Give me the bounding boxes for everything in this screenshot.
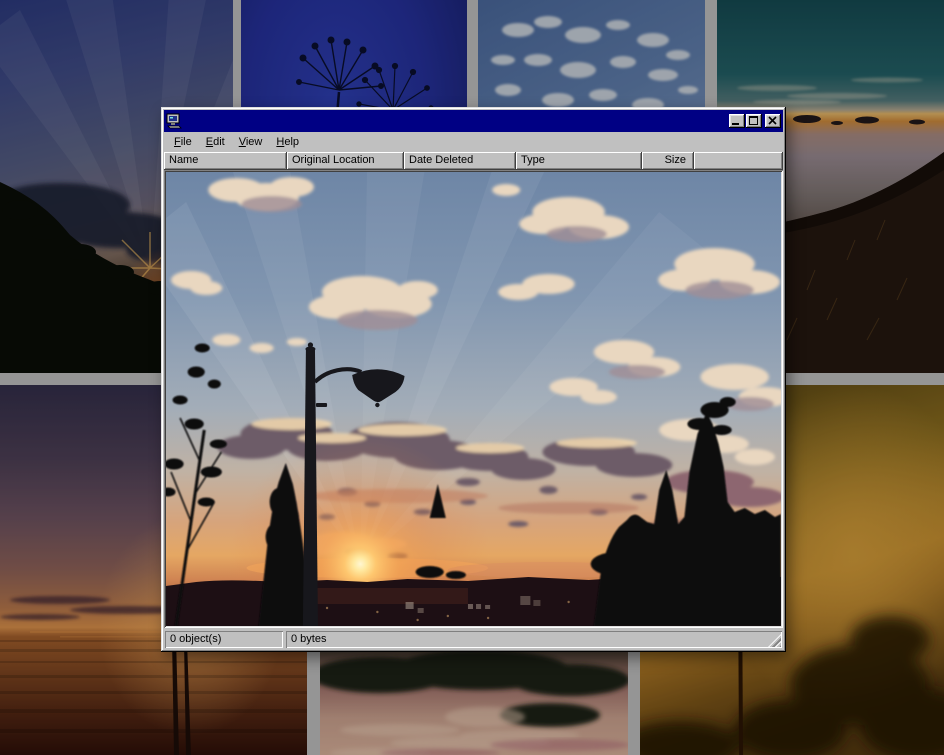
recycle-bin-window: File Edit View Help Name Original Locati…: [161, 107, 786, 652]
menu-bar: File Edit View Help: [164, 133, 783, 152]
maximize-button[interactable]: [746, 114, 762, 128]
computer-icon: [166, 113, 182, 129]
status-byte-count: 0 bytes: [286, 631, 782, 648]
close-button[interactable]: [765, 114, 781, 128]
column-header-original-location[interactable]: Original Location: [287, 152, 404, 170]
column-header-filler[interactable]: [694, 152, 783, 170]
close-icon: [768, 116, 778, 125]
maximize-icon: [749, 116, 758, 125]
menu-file[interactable]: File: [167, 134, 199, 151]
column-header-type[interactable]: Type: [516, 152, 642, 170]
column-header-size[interactable]: Size: [642, 152, 694, 170]
sunset-lamp-art: [166, 172, 781, 626]
status-bar: 0 object(s) 0 bytes: [164, 628, 783, 649]
list-view[interactable]: [164, 170, 783, 628]
status-object-count: 0 object(s): [165, 631, 283, 648]
menu-edit[interactable]: Edit: [199, 134, 232, 151]
minimize-icon: [732, 123, 739, 125]
window-controls: [728, 114, 781, 128]
title-bar[interactable]: [164, 110, 783, 132]
minimize-button[interactable]: [729, 114, 745, 128]
column-header-date-deleted[interactable]: Date Deleted: [404, 152, 516, 170]
column-headers: Name Original Location Date Deleted Type…: [164, 152, 783, 170]
menu-view[interactable]: View: [232, 134, 270, 151]
menu-help[interactable]: Help: [269, 134, 306, 151]
window-content-photo: [166, 172, 781, 626]
column-header-name[interactable]: Name: [164, 152, 287, 170]
